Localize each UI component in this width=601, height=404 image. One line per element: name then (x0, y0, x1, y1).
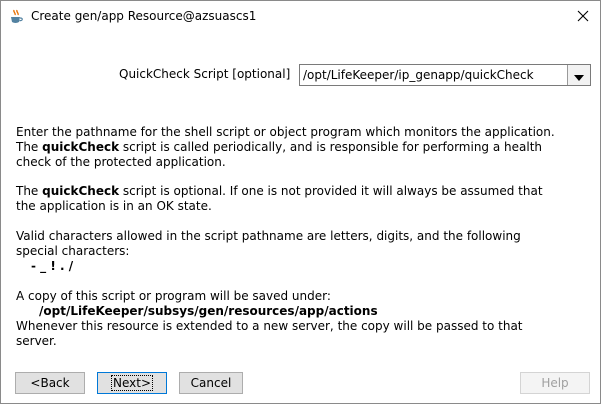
quickcheck-value[interactable]: /opt/LifeKeeper/ip_genapp/quickCheck (303, 67, 534, 83)
keyword-quickcheck: quickCheck (42, 140, 120, 154)
cancel-button[interactable]: Cancel (179, 372, 243, 394)
dialog-content: QuickCheck Script [optional] /opt/LifeKe… (1, 31, 600, 403)
help-text: The quickCheck script is called periodic… (16, 140, 543, 154)
actions-path: /opt/LifeKeeper/subsys/gen/resources/app… (39, 304, 378, 318)
help-text: Enter the pathname for the shell script … (16, 125, 555, 139)
back-button[interactable]: <Back (15, 372, 85, 394)
help-text: Whenever this resource is extended to a … (16, 319, 523, 333)
title-bar: Create gen/app Resource@azsuascs1 (1, 1, 600, 31)
quickcheck-label: QuickCheck Script [optional] (119, 67, 291, 81)
close-button[interactable] (566, 1, 600, 31)
help-text: special characters: (16, 244, 130, 258)
help-button[interactable]: Help (520, 372, 590, 394)
next-button-label: Next> (110, 375, 153, 391)
quickcheck-dropdown-button[interactable] (567, 65, 590, 85)
help-text: check of the protected application. (16, 155, 226, 169)
close-icon (577, 7, 589, 26)
help-paragraph-4: A copy of this script or program will be… (16, 289, 591, 304)
window-title: Create gen/app Resource@azsuascs1 (31, 9, 257, 23)
dialog-window: Create gen/app Resource@azsuascs1 QuickC… (0, 0, 601, 404)
help-paragraph-3: Valid characters allowed in the script p… (16, 229, 591, 259)
keyword-quickcheck: quickCheck (42, 184, 120, 198)
help-text: server. (16, 334, 57, 348)
help-text: the application is in an OK state. (16, 199, 212, 213)
help-text: A copy of this script or program will be… (16, 289, 331, 303)
help-paragraph-1: Enter the pathname for the shell script … (16, 125, 591, 170)
quickcheck-combobox[interactable]: /opt/LifeKeeper/ip_genapp/quickCheck (299, 64, 591, 86)
help-paragraph-2: The quickCheck script is optional. If on… (16, 184, 591, 214)
help-text: Valid characters allowed in the script p… (16, 229, 521, 243)
java-cup-icon (9, 9, 23, 25)
next-button[interactable]: Next> (97, 372, 167, 394)
help-paragraph-5: Whenever this resource is extended to a … (16, 319, 591, 349)
chevron-down-icon (574, 66, 584, 85)
special-characters: - _ ! . / (31, 259, 74, 273)
help-text: The quickCheck script is optional. If on… (16, 184, 543, 198)
